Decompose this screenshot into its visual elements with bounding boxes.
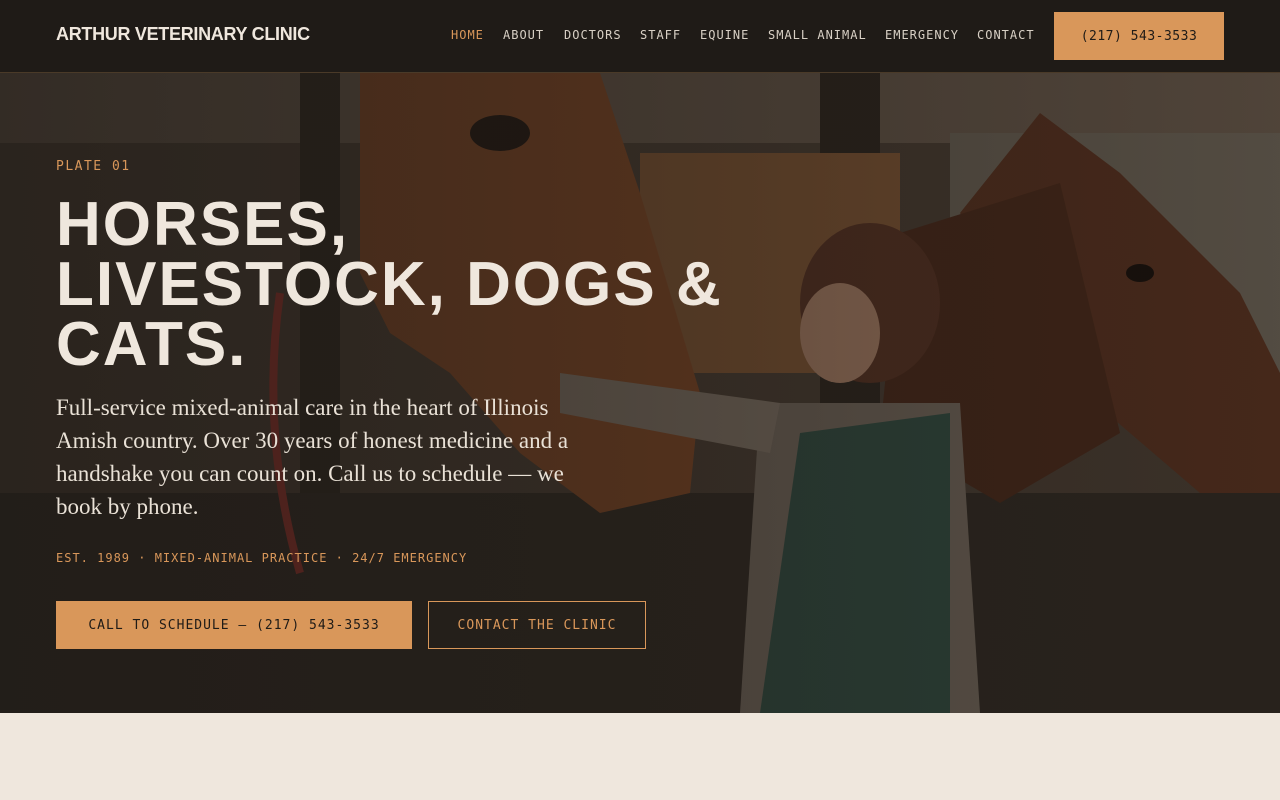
headline-line-2: LIVESTOCK, DOGS & <box>56 250 723 319</box>
headline-line-1: HORSES, <box>56 190 350 259</box>
site-logo[interactable]: ARTHUR VETERINARY CLINIC <box>56 24 310 45</box>
site-header: ARTHUR VETERINARY CLINIC HOME ABOUT DOCT… <box>0 0 1280 73</box>
content-section <box>0 713 1280 800</box>
hero-meta: EST. 1989 · MIXED-ANIMAL PRACTICE · 24/7… <box>56 551 468 565</box>
hero-lede: Full-service mixed-animal care in the he… <box>56 395 569 519</box>
contact-clinic-button[interactable]: CONTACT THE CLINIC <box>428 601 646 649</box>
nav-doctors[interactable]: DOCTORS <box>564 28 622 42</box>
nav-emergency[interactable]: EMERGENCY <box>885 28 959 42</box>
headline-line-3: CATS. <box>56 310 248 379</box>
hero-section: PLATE 01 HORSES, LIVESTOCK, DOGS & CATS.… <box>0 73 1280 713</box>
call-to-schedule-button[interactable]: CALL TO SCHEDULE — (217) 543-3533 <box>56 601 412 649</box>
nav-staff[interactable]: STAFF <box>640 28 681 42</box>
nav-about[interactable]: ABOUT <box>503 28 544 42</box>
header-phone-button[interactable]: (217) 543-3533 <box>1054 12 1224 60</box>
nav-small-animal[interactable]: SMALL ANIMAL <box>768 28 867 42</box>
nav-equine[interactable]: EQUINE <box>700 28 749 42</box>
hero-headline: HORSES, LIVESTOCK, DOGS & CATS. <box>56 190 776 379</box>
nav-contact[interactable]: CONTACT <box>977 28 1035 42</box>
nav-home[interactable]: HOME <box>451 28 484 42</box>
hero-eyebrow: PLATE 01 <box>56 159 131 174</box>
